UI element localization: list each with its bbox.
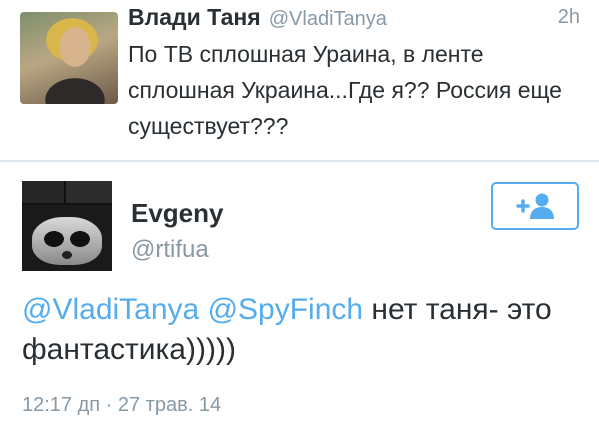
tweet-text: @VladiTanya @SpyFinch нет таня- это фант…	[22, 290, 582, 370]
reply-tweet[interactable]: Влади Таня @VladiTanya 2h По ТВ сплошная…	[0, 0, 599, 160]
user-handle[interactable]: @VladiTanya	[269, 8, 387, 31]
avatar-tile	[22, 181, 64, 203]
user-handle[interactable]: @rtifua	[131, 236, 209, 264]
tweet-text: По ТВ сплошная Ураина, в ленте сплошная …	[128, 41, 562, 139]
raccoon-face	[32, 217, 102, 265]
user-name[interactable]: Влади Таня	[128, 4, 261, 31]
avatar[interactable]	[22, 181, 112, 271]
tweet-header: Влади Таня @VladiTanya	[128, 4, 387, 32]
follow-button[interactable]	[491, 182, 579, 230]
tweet-time[interactable]: 2h	[558, 6, 580, 29]
avatar[interactable]	[20, 12, 118, 104]
add-user-icon	[516, 193, 554, 219]
tweet-timestamp: 12:17 дп · 27 трав. 14	[22, 394, 222, 416]
mention-link[interactable]: @SpyFinch	[208, 293, 364, 326]
user-name[interactable]: Evgeny	[131, 198, 224, 229]
avatar-tile	[66, 181, 112, 203]
mention-link[interactable]: @VladiTanya	[22, 293, 199, 326]
focused-tweet: Evgeny @rtifua @VladiTanya @SpyFinch нет…	[0, 162, 599, 431]
